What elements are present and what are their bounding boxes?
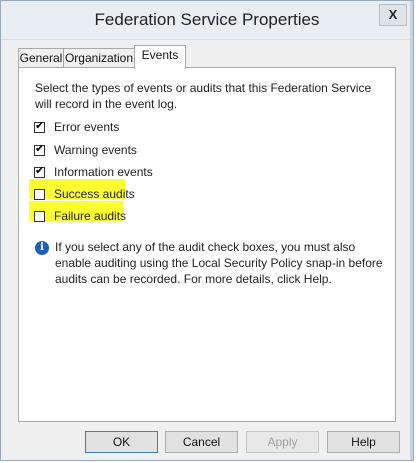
cancel-button[interactable]: Cancel [165, 431, 238, 453]
events-tab-panel: Select the types of events or audits tha… [18, 67, 396, 422]
error-events-checkbox[interactable] [34, 119, 45, 133]
warning-events-checkbox[interactable] [34, 142, 45, 156]
ok-button[interactable]: OK [85, 431, 158, 453]
apply-button[interactable]: Apply [246, 431, 319, 453]
success-audits-checkbox[interactable] [34, 189, 45, 200]
information-events-checkbox[interactable] [34, 164, 45, 178]
success-audits-label: Success audits [54, 187, 135, 201]
window-title: Federation Service Properties [94, 10, 320, 29]
info-icon: i [35, 241, 49, 255]
information-events-label: Information events [54, 165, 153, 179]
tab-general[interactable]: General [18, 48, 64, 68]
close-button[interactable]: X [379, 4, 407, 26]
tab-organization[interactable]: Organization [63, 48, 135, 68]
failure-audits-checkbox[interactable] [34, 211, 45, 222]
error-events-label: Error events [54, 120, 120, 134]
title-bar[interactable]: Federation Service Properties X [1, 1, 413, 40]
help-button[interactable]: Help [327, 431, 400, 453]
warning-events-label: Warning events [54, 143, 137, 157]
audit-info-text: If you select any of the audit check box… [55, 240, 383, 286]
events-description: Select the types of events or audits tha… [35, 81, 372, 111]
properties-dialog: Federation Service Properties X General … [0, 0, 414, 461]
tab-events[interactable]: Events [134, 45, 186, 69]
failure-audits-label: Failure audits [54, 209, 127, 223]
window-edge [410, 1, 413, 460]
